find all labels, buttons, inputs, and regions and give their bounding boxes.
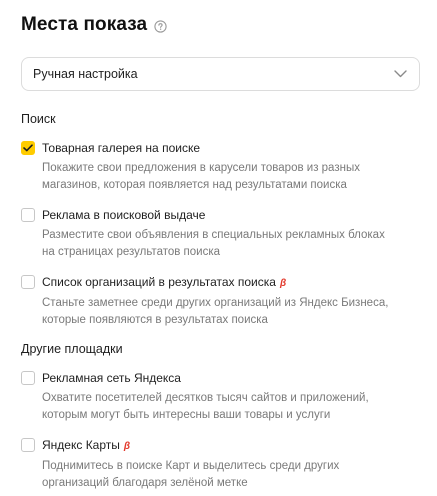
option-description: Разместите свои объявления в специальных… bbox=[42, 227, 402, 261]
placement-mode-select[interactable]: Ручная настройка bbox=[21, 57, 420, 91]
option-yandex-maps[interactable]: Яндекс Карты β Поднимитесь в поиске Карт … bbox=[21, 438, 416, 492]
option-description: Покажите свои предложения в карусели тов… bbox=[42, 160, 402, 194]
option-description: Станьте заметнее среди других организаци… bbox=[42, 295, 402, 329]
option-search-ads[interactable]: Реклама в поисковой выдаче Разместите св… bbox=[21, 208, 416, 261]
description-line: Покажите свои предложения в карусели тов… bbox=[42, 162, 360, 174]
description-line: магазинов, которая появляется над резуль… bbox=[42, 179, 347, 191]
description-line: Охватите посетителей десятков тысяч сайт… bbox=[42, 392, 369, 404]
page-title: Места показа bbox=[21, 14, 148, 35]
description-line: Станьте заметнее среди других организаци… bbox=[42, 297, 389, 309]
description-line: организаций благодаря зелёной метке bbox=[42, 477, 248, 489]
option-description: Охватите посетителей десятков тысяч сайт… bbox=[42, 390, 402, 424]
section-title-search: Поиск bbox=[21, 112, 56, 126]
option-label: Яндекс Карты β bbox=[42, 438, 416, 454]
option-organizations-list[interactable]: Список организаций в результатах поиска β… bbox=[21, 275, 416, 329]
option-label: Список организаций в результатах поиска β bbox=[42, 275, 416, 291]
option-label: Товарная галерея на поиске bbox=[42, 141, 200, 155]
checkbox-product-gallery[interactable] bbox=[21, 141, 35, 155]
checkbox-yandex-maps[interactable] bbox=[21, 438, 35, 452]
option-label-text: Яндекс Карты bbox=[42, 438, 120, 452]
checkbox-organizations-list[interactable] bbox=[21, 275, 35, 289]
chevron-down-icon bbox=[394, 70, 407, 78]
select-value: Ручная настройка bbox=[33, 67, 138, 81]
placements-panel: Места показа Ручная настройка Поиск Това… bbox=[0, 0, 437, 496]
header: Места показа bbox=[21, 12, 416, 38]
beta-badge: β bbox=[123, 441, 131, 452]
description-line: которым могут быть интересны ваши товары… bbox=[42, 409, 331, 421]
option-ad-network[interactable]: Рекламная сеть Яндекса Охватите посетите… bbox=[21, 371, 416, 424]
option-product-gallery[interactable]: Товарная галерея на поиске Покажите свои… bbox=[21, 141, 416, 194]
checkmark-icon bbox=[23, 144, 33, 152]
option-description: Поднимитесь в поиске Карт и выделитесь с… bbox=[42, 458, 402, 492]
description-line: Поднимитесь в поиске Карт и выделитесь с… bbox=[42, 460, 340, 472]
option-label: Реклама в поисковой выдаче bbox=[42, 208, 206, 222]
description-line: Разместите свои объявления в специальных… bbox=[42, 229, 385, 241]
checkbox-search-ads[interactable] bbox=[21, 208, 35, 222]
checkbox-ad-network[interactable] bbox=[21, 371, 35, 385]
description-line: которые появляются в результатах поиска bbox=[42, 314, 268, 326]
description-line: на страницах результатов поиска bbox=[42, 246, 221, 258]
beta-badge: β bbox=[279, 278, 287, 289]
question-mark-icon[interactable] bbox=[154, 19, 167, 33]
option-label: Рекламная сеть Яндекса bbox=[42, 371, 181, 385]
option-label-text: Список организаций в результатах поиска bbox=[42, 275, 276, 289]
section-title-other-platforms: Другие площадки bbox=[21, 342, 123, 356]
